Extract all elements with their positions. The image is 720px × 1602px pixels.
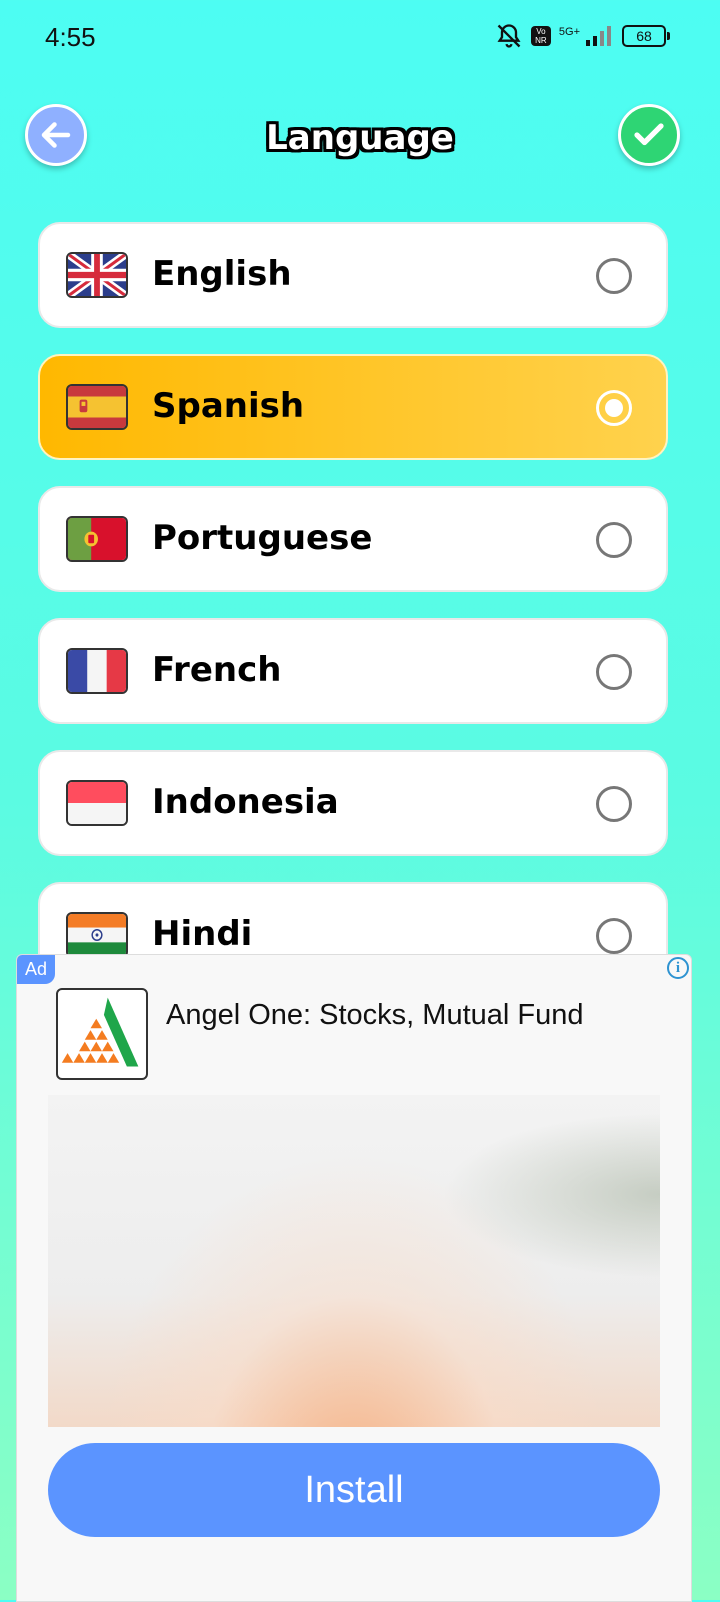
radio-button[interactable] — [596, 522, 632, 558]
language-item-english[interactable]: English — [38, 222, 668, 328]
page-title: Language — [266, 118, 454, 158]
battery-icon: 68 — [622, 25, 670, 47]
confirm-button[interactable] — [618, 104, 680, 166]
status-time: 4:55 — [45, 22, 96, 52]
spain-flag-icon — [66, 384, 128, 430]
ad-banner[interactable]: Ad i Angel One: Stocks, Mutual Fund Inst… — [16, 954, 692, 1602]
language-item-portuguese[interactable]: Portuguese — [38, 486, 668, 592]
language-item-indonesia[interactable]: Indonesia — [38, 750, 668, 856]
language-item-french[interactable]: French — [38, 618, 668, 724]
language-item-spanish[interactable]: Spanish — [38, 354, 668, 460]
status-icons: Vo NR 5G+ 68 — [495, 22, 670, 50]
language-label: Indonesia — [152, 782, 339, 822]
bell-muted-icon — [497, 24, 521, 48]
radio-button[interactable] — [596, 258, 632, 294]
network-type: 5G+ — [558, 25, 580, 38]
info-icon[interactable]: i — [667, 957, 689, 979]
install-button[interactable]: Install — [48, 1443, 660, 1537]
signal-icon — [586, 26, 611, 46]
language-label: Hindi — [152, 914, 253, 954]
indonesia-flag-icon — [66, 780, 128, 826]
portugal-flag-icon — [66, 516, 128, 562]
india-flag-icon — [66, 912, 128, 958]
radio-button-selected[interactable] — [596, 390, 632, 426]
ad-title[interactable]: Angel One: Stocks, Mutual Fund — [166, 999, 584, 1032]
france-flag-icon — [66, 648, 128, 694]
battery-level: 68 — [622, 25, 666, 47]
language-label: English — [152, 254, 292, 294]
radio-button[interactable] — [596, 654, 632, 690]
status-bar: 4:55 Vo NR 5G+ 68 — [0, 0, 720, 80]
angel-one-logo-icon[interactable] — [56, 988, 148, 1080]
volte-icon: Vo NR — [530, 26, 551, 46]
language-list: English Spanish Portuguese French Indone… — [38, 222, 668, 1014]
ad-badge: Ad — [17, 955, 56, 984]
header: Language — [0, 100, 720, 190]
language-label: French — [152, 650, 282, 690]
uk-flag-icon — [66, 252, 128, 298]
radio-button[interactable] — [596, 918, 632, 954]
ad-media-image[interactable] — [48, 1095, 660, 1427]
radio-button[interactable] — [596, 786, 632, 822]
radio-dot — [605, 399, 623, 417]
language-label: Portuguese — [152, 518, 373, 558]
language-label: Spanish — [152, 386, 305, 426]
checkmark-icon — [634, 123, 664, 146]
